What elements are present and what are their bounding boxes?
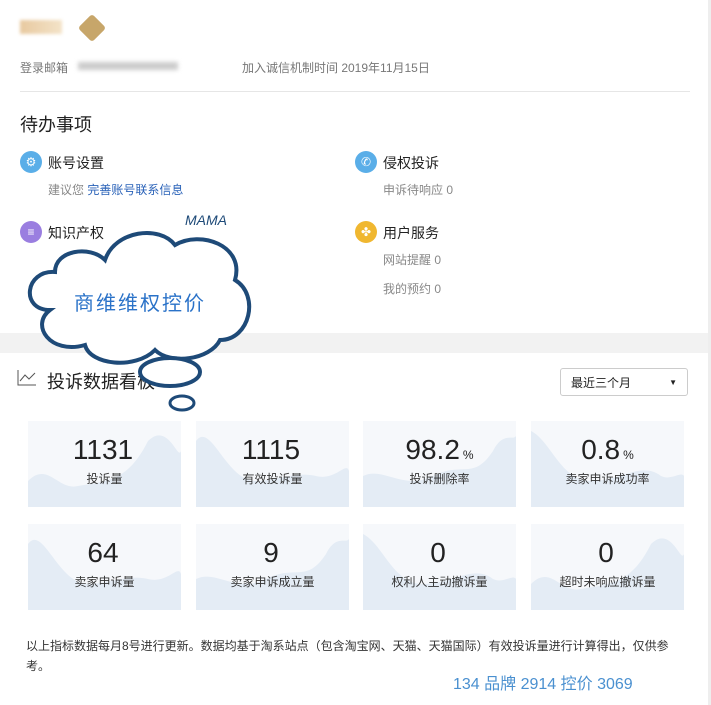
metric-value: 0.8: [581, 434, 621, 465]
divider: [20, 91, 690, 92]
todo-user-service[interactable]: 用户服务: [383, 223, 439, 243]
metric-value: 0: [598, 537, 614, 568]
email-value-blurred: [78, 62, 178, 70]
metric-value: 1131: [72, 434, 134, 465]
site-reminders[interactable]: 网站提醒 0: [383, 251, 441, 268]
range-value: 最近三个月: [571, 376, 632, 390]
join-date: 加入诚信机制时间 2019年11月15日: [242, 61, 430, 75]
metric-unit: %: [623, 448, 634, 462]
todo-account-settings[interactable]: 账号设置: [48, 153, 104, 173]
range-select[interactable]: 最近三个月 ▼: [560, 368, 688, 396]
gear-icon: ⚙: [20, 151, 42, 173]
metric-card: 0.8% 卖家申诉成功率: [531, 421, 684, 507]
my-appointments[interactable]: 我的预约 0: [383, 280, 441, 297]
todo-title: 待办事项: [20, 115, 92, 135]
mama-text: MAMA: [185, 212, 227, 228]
metric-label: 权利人主动撤诉量: [391, 575, 488, 589]
metric-value: 1115: [241, 434, 301, 465]
grid-icon: ✤: [355, 221, 377, 243]
metric-label: 卖家申诉量: [74, 575, 135, 589]
todo-infringement[interactable]: 侵权投诉: [383, 153, 439, 173]
appeal-pending[interactable]: 申诉待响应 0: [383, 181, 453, 198]
metric-value: 9: [263, 537, 279, 568]
metric-card: 1131 投诉量: [28, 421, 181, 507]
metric-card: 1115 有效投诉量: [196, 421, 349, 507]
account-hint: 建议您: [48, 183, 88, 197]
metric-card: 0 超时未响应撤诉量: [531, 524, 684, 610]
metric-value: 98.2: [405, 434, 460, 465]
metric-label: 有效投诉量: [242, 472, 303, 486]
cloud-watermark-icon: MAMA 商维维权控价: [27, 212, 252, 412]
stats-text: 134 品牌 2914 控价 3069: [453, 676, 633, 693]
metric-card: 98.2% 投诉删除率: [363, 421, 516, 507]
metric-card: 9 卖家申诉成立量: [196, 524, 349, 610]
email-label: 登录邮箱: [20, 61, 69, 75]
cloud-text: 商维维权控价: [74, 292, 206, 315]
metric-card: 0 权利人主动撤诉量: [363, 524, 516, 610]
phone-icon: ✆: [355, 151, 377, 173]
user-name-blurred: [20, 20, 62, 34]
metric-label: 投诉量: [86, 472, 123, 486]
metric-value: 0: [430, 537, 446, 568]
metric-card: 64 卖家申诉量: [28, 524, 181, 610]
caret-down-icon: ▼: [669, 378, 677, 387]
metric-label: 投诉删除率: [409, 472, 470, 486]
metric-label: 超时未响应撤诉量: [559, 575, 656, 589]
complete-contact-link[interactable]: 完善账号联系信息: [87, 183, 183, 197]
metric-value: 64: [87, 537, 119, 568]
metric-label: 卖家申诉成立量: [230, 575, 315, 589]
metric-label: 卖家申诉成功率: [565, 472, 650, 486]
seller-badge-icon: [77, 13, 107, 43]
metric-unit: %: [462, 448, 474, 462]
